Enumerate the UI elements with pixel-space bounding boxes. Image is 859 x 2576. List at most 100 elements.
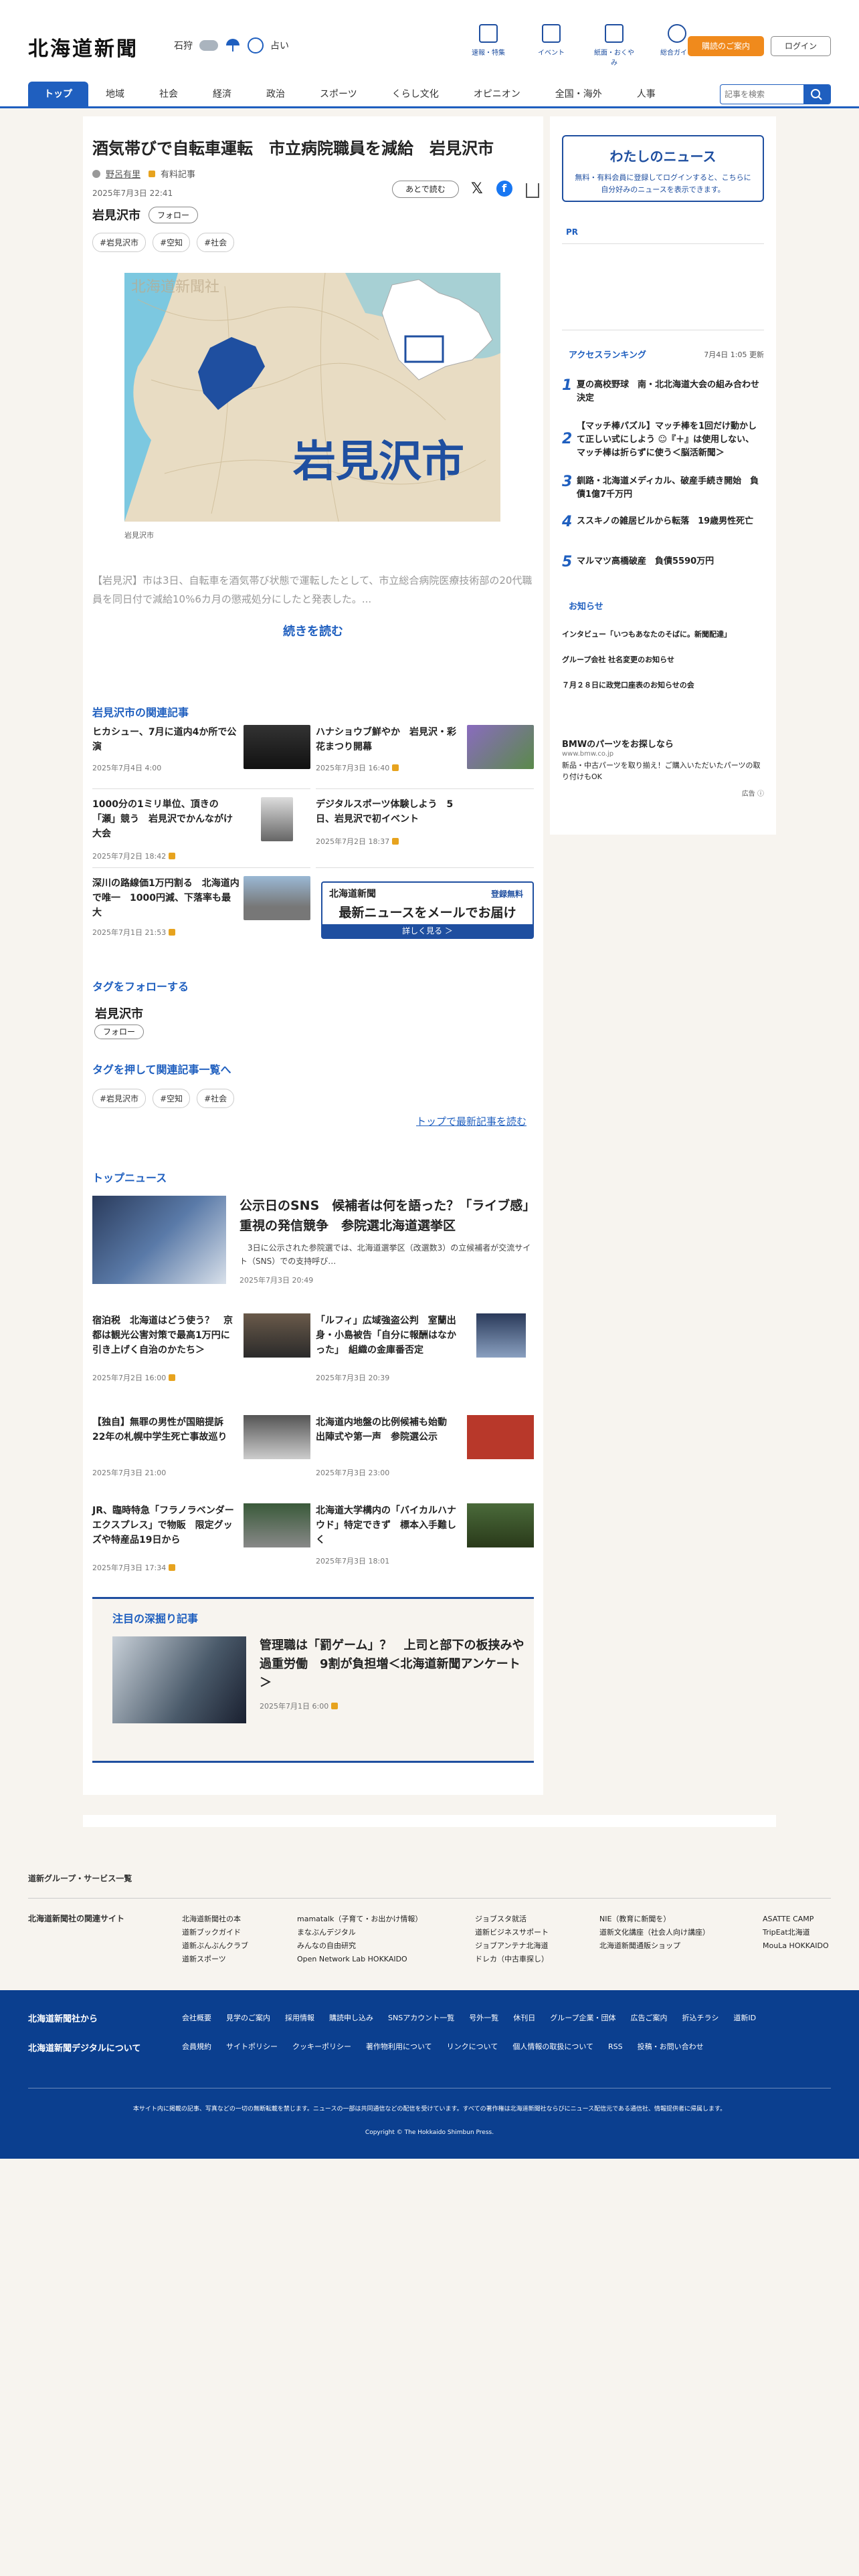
- search-button[interactable]: [803, 85, 830, 104]
- footer-link[interactable]: 購読申し込み: [329, 2014, 373, 2022]
- footer-link[interactable]: 道新文化講座（社会人向け講座）: [599, 1926, 747, 1939]
- fortune-icon[interactable]: [248, 37, 264, 53]
- top-news-lead[interactable]: 公示日のSNS 候補者は何を語った？「ライブ感」重視の発信競争 参院選北海道選挙…: [92, 1196, 534, 1287]
- footer-link[interactable]: 投稿・お問い合わせ: [638, 2042, 704, 2051]
- footer-link[interactable]: 道新スポーツ: [182, 1953, 289, 1966]
- tag-chip[interactable]: #岩見沢市: [92, 1089, 147, 1108]
- ranking-item[interactable]: 5 マルマツ高橋破産 負債5590万円: [562, 554, 764, 574]
- related-article[interactable]: 1000分の1ミリ単位、頂きの「瀬」競う 岩見沢でかんながけ大会 2025年7月…: [92, 797, 310, 868]
- tag-chip[interactable]: #社会: [197, 1089, 235, 1108]
- footer-link[interactable]: 道新ぶんぶんクラブ: [182, 1939, 289, 1953]
- site-logo[interactable]: 北海道新聞: [28, 32, 138, 62]
- footer-link[interactable]: ASATTE CAMP: [763, 1913, 836, 1926]
- ranking-item[interactable]: 2 【マッチ棒パズル】マッチ棒を1回だけ動かして正しい式にしよう ☺『＋』は使用し…: [562, 419, 764, 472]
- footer-link[interactable]: 北海道新聞社の本: [182, 1913, 289, 1926]
- footer-link[interactable]: クッキーポリシー: [292, 2042, 351, 2051]
- footer-link[interactable]: リンクについて: [447, 2042, 498, 2051]
- footer-link[interactable]: 著作物利用について: [366, 2042, 432, 2051]
- notice-item[interactable]: グループ会社 社名変更のお知らせ: [562, 654, 764, 665]
- group-services-link[interactable]: 道新グループ・サービス一覧: [28, 1872, 132, 1884]
- footer-link[interactable]: 号外一覧: [469, 2014, 498, 2022]
- footer-link[interactable]: サイトポリシー: [226, 2042, 278, 2051]
- footer-link[interactable]: 道新ブックガイド: [182, 1926, 289, 1939]
- footer-link[interactable]: ドレカ（中古車探し）: [475, 1953, 589, 1966]
- top-news-item[interactable]: 北海道内地盤の比例候補も始動 出陣式や第一声 参院選公示 2025年7月3日 2…: [316, 1415, 534, 1479]
- footer-link[interactable]: 道新ID: [733, 2014, 756, 2022]
- deep-dive-article[interactable]: 管理職は「罰ゲーム」？ 上司と部下の板挟みや過重労働 9割が負担増＜北海道新聞ア…: [112, 1636, 527, 1730]
- nav-tab-culture[interactable]: くらし文化: [375, 82, 456, 107]
- footer-link[interactable]: 個人情報の取扱について: [512, 2042, 593, 2051]
- top-news-item[interactable]: 宿泊税 北海道はどう使う？ 京都は観光公害対策で最高1万円に引き上げく自治のかた…: [92, 1313, 310, 1384]
- sidebar-ad[interactable]: BMWのパーツをお探しなら www.bmw.co.jp 新品・中古パーツを取り揃…: [562, 737, 764, 804]
- footer-link[interactable]: 広告ご案内: [631, 2014, 668, 2022]
- tag-name[interactable]: 岩見沢市: [92, 206, 140, 223]
- subscribe-button[interactable]: 購読のご案内: [688, 36, 764, 56]
- footer-link[interactable]: 道新ビジネスサポート: [475, 1926, 589, 1939]
- nav-tab-world[interactable]: 全国・海外: [538, 82, 619, 107]
- header-link-paper[interactable]: 紙面・おくやみ: [594, 24, 634, 67]
- related-article[interactable]: デジタルスポーツ体験しよう 5日、岩見沢で初イベント 2025年7月2日 18:…: [316, 797, 534, 868]
- notice-item[interactable]: インタビュー「いつもあなたのそばに。新聞配達」: [562, 629, 764, 639]
- nav-tab-personnel[interactable]: 人事: [619, 82, 673, 107]
- tag-chip[interactable]: #社会: [197, 233, 235, 252]
- read-more-link[interactable]: 続きを読む: [83, 622, 543, 639]
- related-article[interactable]: ハナショウブ鮮やか 岩見沢・彩花まつり開幕 2025年7月3日 16:40: [316, 725, 534, 789]
- top-news-item[interactable]: 【独自】無罪の男性が国賠提訴 22年の札幌中学生死亡事故巡り 2025年7月3日…: [92, 1415, 310, 1479]
- nav-tab-top[interactable]: トップ: [28, 82, 88, 107]
- tag-chip[interactable]: #空知: [153, 233, 191, 252]
- header-link-events[interactable]: イベント: [531, 24, 571, 67]
- footer-link[interactable]: RSS: [608, 2042, 623, 2051]
- footer-link[interactable]: 採用情報: [285, 2014, 314, 2022]
- follow-button[interactable]: フォロー: [149, 206, 199, 223]
- read-later-button[interactable]: あとで読む: [392, 181, 459, 198]
- related-article[interactable]: 深川の路線価1万円割る 北海道内で唯一 1000円減、下落率も最大 2025年7…: [92, 876, 310, 940]
- nav-tab-opinion[interactable]: オピニオン: [456, 82, 538, 107]
- author-link[interactable]: 野呂有里: [106, 167, 140, 180]
- latest-news-link[interactable]: トップで最新記事を読む: [416, 1114, 527, 1128]
- footer-link[interactable]: Open Network Lab HOKKAIDO: [297, 1953, 464, 1966]
- tag-chip[interactable]: #岩見沢市: [92, 233, 147, 252]
- footer-link[interactable]: ジョブアンテナ北海道: [475, 1939, 589, 1953]
- related-article[interactable]: ヒカシュー、7月に道内4か所で公演 2025年7月4日 4:00: [92, 725, 310, 789]
- tag-chip[interactable]: #空知: [153, 1089, 191, 1108]
- fortune-label[interactable]: 占い: [270, 39, 289, 52]
- footer-link[interactable]: 折込チラシ: [682, 2014, 719, 2022]
- footer-link[interactable]: 見学のご案内: [226, 2014, 270, 2022]
- weather-widget[interactable]: 石狩 占い: [174, 37, 289, 53]
- nav-tab-economy[interactable]: 経済: [195, 82, 249, 107]
- footer-link[interactable]: NIE（教育に新聞を）: [599, 1913, 747, 1926]
- footer-link[interactable]: 会員規約: [182, 2042, 211, 2051]
- email-newsletter-banner[interactable]: 北海道新聞 登録無料 最新ニュースをメールでお届け 詳しく見る ＞: [321, 881, 534, 939]
- deep-dive-heading[interactable]: 注目の深掘り記事: [112, 1610, 198, 1626]
- share-icon[interactable]: [525, 183, 539, 198]
- footer-link[interactable]: mamatalk（子育て・お出かけ情報）: [297, 1913, 464, 1926]
- ranking-heading[interactable]: アクセスランキング: [569, 348, 646, 360]
- nav-tab-society[interactable]: 社会: [142, 82, 195, 107]
- ranking-item[interactable]: 3 釧路・北海道メディカル、破産手続き開始 負債1億7千万円: [562, 473, 764, 504]
- footer-link[interactable]: SNSアカウント一覧: [388, 2014, 454, 2022]
- footer-link[interactable]: 北海道新聞通販ショップ: [599, 1939, 747, 1953]
- footer-link[interactable]: MouLa HOKKAIDO: [763, 1939, 836, 1953]
- top-news-item[interactable]: JR、臨時特急「フラノラベンダーエクスプレス」で物販 限定グッズや特産品19日か…: [92, 1503, 310, 1574]
- notice-item[interactable]: ７月２８日に政党口座表のお知らせの会: [562, 679, 764, 690]
- ranking-item[interactable]: 4 ススキノの雑居ビルから転落 19歳男性死亡: [562, 514, 764, 544]
- facebook-share-icon[interactable]: f: [496, 181, 512, 197]
- footer-link[interactable]: まなぶんデジタル: [297, 1926, 464, 1939]
- follow-button[interactable]: フォロー: [94, 1025, 144, 1039]
- nav-tab-region[interactable]: 地域: [88, 82, 142, 107]
- ranking-item[interactable]: 1 夏の高校野球 南・北北海道大会の組み合わせ決定: [562, 377, 764, 408]
- header-link-breaking[interactable]: 速報・特集: [468, 24, 508, 67]
- top-news-item[interactable]: 北海道大学構内の「バイカルハナウド」特定できず 標本入手難しく 2025年7月3…: [316, 1503, 534, 1574]
- footer-link[interactable]: 会社概要: [182, 2014, 211, 2022]
- my-news-box[interactable]: わたしのニュース 無料・有料会員に登録してログインすると、こちらに自分好みのニュ…: [562, 135, 764, 202]
- nav-tab-sports[interactable]: スポーツ: [302, 82, 375, 107]
- notice-heading[interactable]: お知らせ: [569, 599, 603, 612]
- footer-link[interactable]: ジョブスタ就活: [475, 1913, 589, 1926]
- footer-link[interactable]: グループ企業・団体: [550, 2014, 615, 2022]
- top-news-item[interactable]: 「ルフィ」広域強盗公判 室蘭出身・小島被告「自分に報酬はなかった」 組織の金庫番…: [316, 1313, 534, 1384]
- follow-tag-name[interactable]: 岩見沢市: [92, 1004, 146, 1022]
- footer-link[interactable]: TripEat北海道: [763, 1926, 836, 1939]
- footer-link[interactable]: みんなの自由研究: [297, 1939, 464, 1953]
- login-button[interactable]: ログイン: [771, 36, 831, 56]
- x-share-icon[interactable]: 𝕏: [471, 181, 483, 198]
